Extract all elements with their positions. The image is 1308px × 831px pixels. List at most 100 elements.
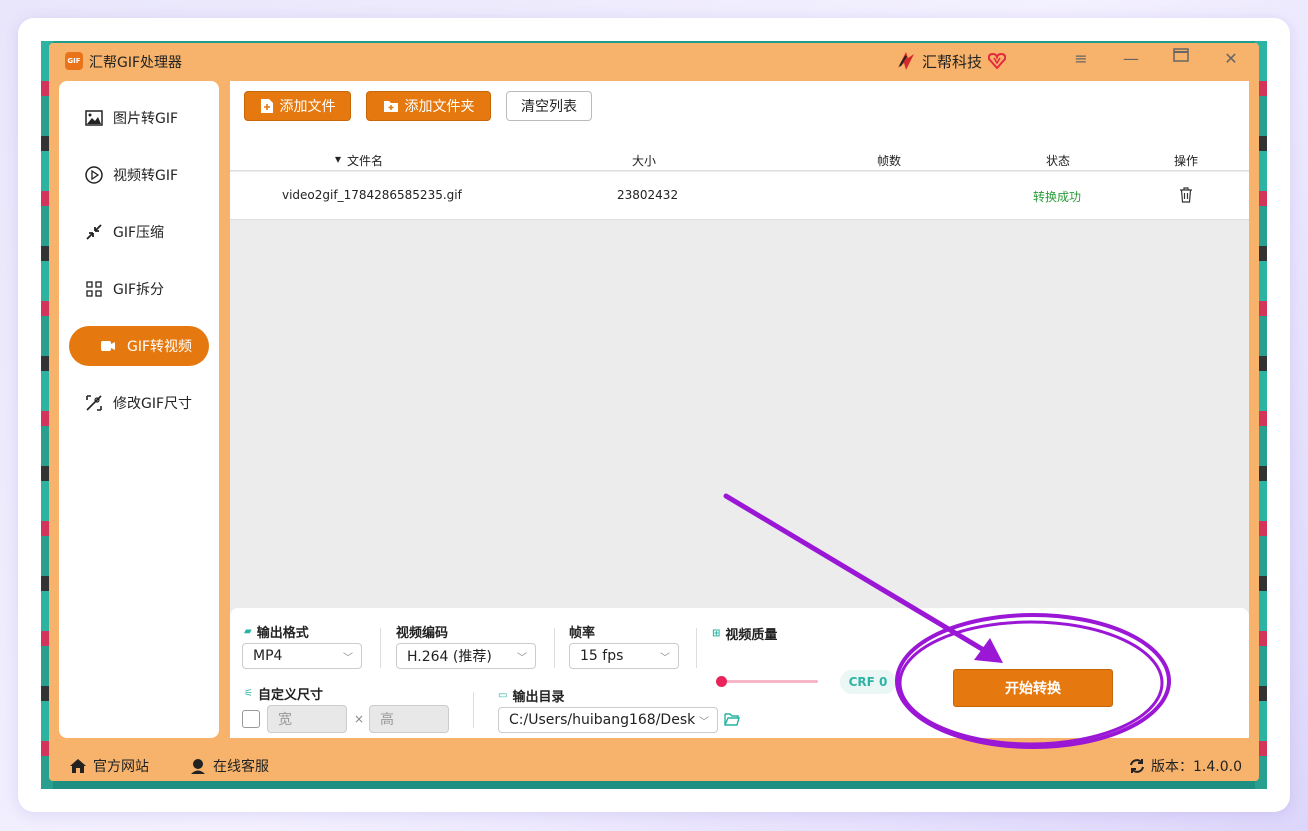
add-folder-button[interactable]: 添加文件夹 xyxy=(366,91,491,121)
fps-label: 帧率 xyxy=(569,622,595,641)
quality-text: 视频质量 xyxy=(725,628,778,643)
column-header-size[interactable]: 大小 xyxy=(632,152,656,169)
fps-text: 帧率 xyxy=(569,626,596,641)
times-sign: × xyxy=(354,712,365,726)
add-file-icon xyxy=(260,99,273,113)
row-filename: video2gif_1784286585235.gif xyxy=(282,188,462,202)
official-website-link[interactable]: 官方网站 xyxy=(69,756,149,776)
sidebar-item-label: 视频转GIF xyxy=(113,168,179,184)
row-status: 转换成功 xyxy=(1033,190,1082,204)
output-dir-text: 输出目录 xyxy=(512,690,565,705)
sidebar-item-label: 修改GIF尺寸 xyxy=(113,396,193,412)
minimize-icon[interactable]: — xyxy=(1119,49,1143,68)
add-file-button[interactable]: 添加文件 xyxy=(244,91,351,121)
menu-icon[interactable]: ≡ xyxy=(1069,49,1093,68)
refresh-icon[interactable] xyxy=(1129,758,1145,774)
close-icon[interactable]: ✕ xyxy=(1219,49,1243,68)
custom-size-text: 自定义尺寸 xyxy=(257,688,323,703)
file-table-header: ▾ 文件名 大小 帧数 状态 操作 xyxy=(230,129,1249,171)
quality-slider-handle[interactable] xyxy=(716,676,727,687)
output-options-panel: ▰ 输出格式 MP4 ﹀ 视频编码 H.264 (推荐) ﹀ 帧率 15 fps… xyxy=(230,608,1249,738)
column-header-filename[interactable]: 文件名 xyxy=(347,152,383,169)
video-icon xyxy=(99,337,117,355)
compress-icon xyxy=(85,223,103,241)
crf-badge: CRF 0 xyxy=(840,670,896,694)
official-website-label: 官方网站 xyxy=(93,759,149,775)
main-panel: 添加文件 添加文件夹 清空列表 ▾ 文件名 大小 帧数 状态 操作 video2… xyxy=(230,81,1249,738)
output-format-label: ▰ 输出格式 xyxy=(244,622,309,641)
divider xyxy=(554,628,555,668)
add-file-label: 添加文件 xyxy=(279,99,336,115)
quality-slider-track[interactable] xyxy=(718,680,818,683)
sidebar-item-gif-compress[interactable]: GIF压缩 xyxy=(69,212,209,252)
sidebar-item-gif-to-video[interactable]: GIF转视频 xyxy=(69,326,209,366)
folder-icon: ▭ xyxy=(498,690,508,701)
brand-logo-icon xyxy=(898,52,914,70)
height-input[interactable]: 高 xyxy=(369,705,449,733)
online-support-link[interactable]: 在线客服 xyxy=(189,756,269,776)
quality-label: ⊞ 视频质量 xyxy=(712,624,777,643)
custom-size-checkbox[interactable] xyxy=(242,710,260,728)
image-icon xyxy=(85,109,103,127)
play-icon xyxy=(85,166,103,184)
split-icon xyxy=(85,280,103,298)
resize-icon xyxy=(85,394,103,412)
column-header-status[interactable]: 状态 xyxy=(1046,152,1070,169)
sidebar-item-label: GIF压缩 xyxy=(113,225,165,241)
divider xyxy=(473,692,474,728)
codec-text: 视频编码 xyxy=(396,626,449,641)
version-info: 版本：1.4.0.0 xyxy=(1129,756,1242,776)
add-folder-icon xyxy=(383,101,398,112)
online-support-label: 在线客服 xyxy=(213,759,269,775)
divider xyxy=(380,628,381,668)
sidebar-item-label: GIF转视频 xyxy=(127,339,193,355)
sidebar-item-image-to-gif[interactable]: 图片转GIF xyxy=(69,98,209,138)
column-header-action: 操作 xyxy=(1174,154,1199,168)
ruler-icon: ⚟ xyxy=(244,688,253,699)
row-size: 23802432 xyxy=(617,188,679,202)
app-title: 汇帮GIF处理器 xyxy=(89,55,183,71)
app-logo-text: GIF xyxy=(67,57,81,65)
support-icon xyxy=(191,759,205,774)
brand-name: 汇帮科技 xyxy=(922,52,983,71)
sidebar-item-gif-split[interactable]: GIF拆分 xyxy=(69,269,209,309)
sidebar: 图片转GIF 视频转GIF GIF压缩 GIF拆分 GIF转视频 修改GIF尺寸 xyxy=(59,81,219,738)
output-dir-select[interactable]: C:/Users/huibang168/Desk ﹀ xyxy=(498,707,718,733)
column-header-frames[interactable]: 帧数 xyxy=(877,152,901,169)
format-icon: ▰ xyxy=(244,626,252,637)
output-dir-label: ▭ 输出目录 xyxy=(498,686,564,705)
fps-select[interactable]: 15 fps ﹀ xyxy=(569,643,679,669)
chevron-down-icon: ﹀ xyxy=(660,653,670,664)
toolbar: 添加文件 添加文件夹 清空列表 xyxy=(230,81,1249,129)
add-folder-label: 添加文件夹 xyxy=(404,99,475,115)
width-input[interactable]: 宽 xyxy=(267,705,347,733)
codec-value: H.264 (推荐) xyxy=(407,649,492,665)
delete-icon[interactable] xyxy=(1179,187,1193,206)
custom-size-label: ⚟ 自定义尺寸 xyxy=(244,684,323,703)
sidebar-item-label: 图片转GIF xyxy=(113,111,179,127)
codec-select[interactable]: H.264 (推荐) ﹀ xyxy=(396,643,536,669)
open-folder-icon[interactable] xyxy=(724,711,740,730)
output-format-select[interactable]: MP4 ﹀ xyxy=(242,643,362,669)
home-icon xyxy=(70,759,86,773)
maximize-icon[interactable] xyxy=(1169,47,1193,66)
vip-heart-icon xyxy=(988,53,1007,69)
start-convert-button[interactable]: 开始转换 xyxy=(953,669,1113,707)
app-logo-icon: GIF xyxy=(65,52,83,70)
version-label: 版本：1.4.0.0 xyxy=(1151,759,1242,775)
fps-value: 15 fps xyxy=(580,648,624,664)
chevron-down-icon: ﹀ xyxy=(699,717,709,728)
sidebar-item-video-to-gif[interactable]: 视频转GIF xyxy=(69,155,209,195)
output-format-text: 输出格式 xyxy=(256,626,309,641)
codec-label: 视频编码 xyxy=(396,622,448,641)
sort-desc-icon[interactable]: ▾ xyxy=(335,152,341,166)
sidebar-item-resize-gif[interactable]: 修改GIF尺寸 xyxy=(69,383,209,423)
output-format-value: MP4 xyxy=(253,648,283,664)
brand: 汇帮科技 xyxy=(894,50,1007,72)
title-bar: GIF 汇帮GIF处理器 汇帮科技 ≡ — ✕ xyxy=(49,43,1259,79)
table-row[interactable]: video2gif_1784286585235.gif 23802432 转换成… xyxy=(230,172,1249,220)
clear-list-button[interactable]: 清空列表 xyxy=(506,91,592,121)
chevron-down-icon: ﹀ xyxy=(517,653,527,664)
output-dir-value: C:/Users/huibang168/Desk xyxy=(509,712,696,728)
chevron-down-icon: ﹀ xyxy=(343,653,353,664)
